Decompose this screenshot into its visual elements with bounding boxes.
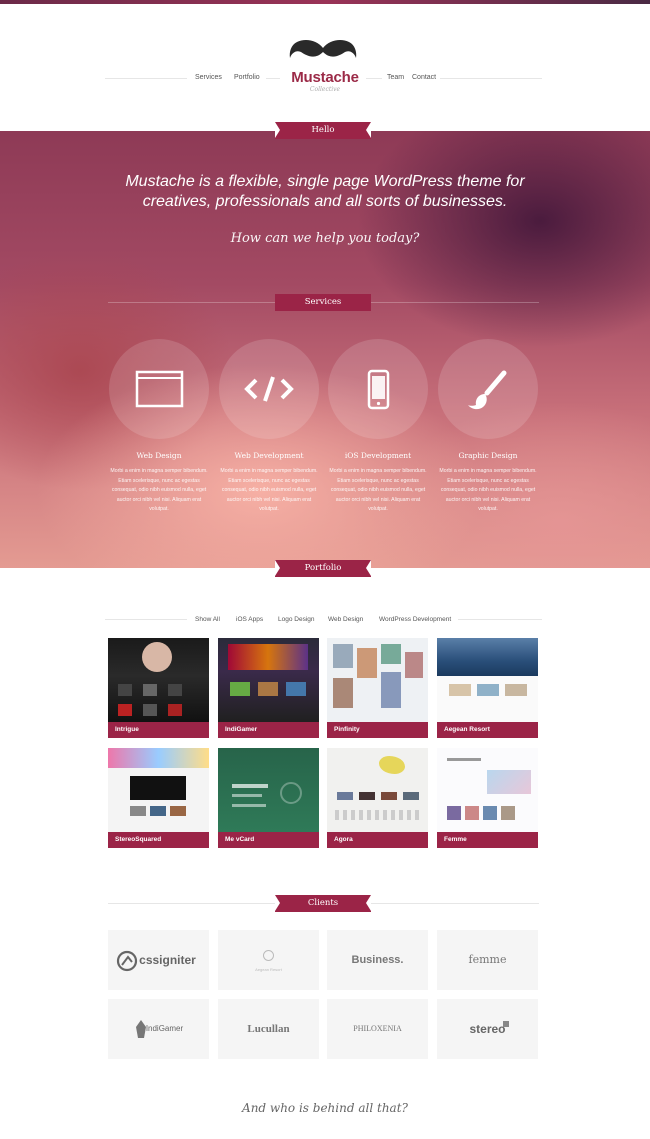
section-ribbon-clients: Clients [275, 895, 371, 912]
portfolio-item[interactable]: Me vCard [218, 748, 319, 848]
client-logo-femme[interactable]: femme [437, 930, 538, 990]
service-circle [438, 339, 538, 439]
portfolio-item-title: Me vCard [218, 832, 319, 848]
logo-subtitle: Collective [309, 86, 341, 93]
client-name: femme [468, 953, 507, 966]
phone-icon [367, 369, 390, 410]
service-web-development: Web Development Morbi a enim in magna se… [218, 339, 320, 515]
portfolio-item[interactable]: IndiGamer [218, 638, 319, 738]
client-name: Lucullan [247, 1023, 290, 1035]
service-description: Morbi a enim in magna semper bibendum. E… [439, 468, 537, 512]
portfolio-item[interactable]: StereoSquared [108, 748, 209, 848]
service-circle [328, 339, 428, 439]
client-logo-stereo[interactable]: stereo [437, 999, 538, 1059]
filter-web-design[interactable]: Web Design [328, 616, 363, 623]
header-divider-left [105, 78, 187, 79]
portfolio-item[interactable]: Aegean Resort [437, 638, 538, 738]
client-name: Business. [351, 954, 404, 966]
filter-wordpress-development[interactable]: WordPress Development [379, 616, 451, 623]
portfolio-thumbnail [218, 638, 319, 722]
client-name: stereo [469, 1022, 506, 1036]
header-divider-mid-right [366, 78, 382, 79]
client-name: PHILOXENIA [353, 1024, 402, 1033]
portfolio-item-title: Intrigue [108, 722, 209, 738]
portfolio-thumbnail [108, 748, 209, 832]
hero-subtitle: How can we help you today? [230, 231, 420, 246]
portfolio-thumbnail [108, 638, 209, 722]
service-description: Morbi a enim in magna semper bibendum. E… [110, 468, 208, 512]
portfolio-item[interactable]: Agora [327, 748, 428, 848]
service-title: Graphic Design [458, 451, 518, 460]
service-ios-development: iOS Development Morbi a enim in magna se… [327, 339, 429, 515]
filter-divider-right [458, 619, 542, 620]
clients-divider-left [108, 903, 275, 904]
hero-title-line-2: creatives, professionals and all sorts o… [142, 193, 508, 210]
service-title: Web Design [136, 451, 182, 460]
nav-link-services[interactable]: Services [195, 74, 222, 81]
header-divider-right [440, 78, 542, 79]
portfolio-item-title: Aegean Resort [437, 722, 538, 738]
client-name: Aegean Resort [255, 967, 282, 972]
service-graphic-design: Graphic Design Morbi a enim in magna sem… [437, 339, 539, 515]
nav-link-team[interactable]: Team [387, 74, 404, 81]
portfolio-item-title: StereoSquared [108, 832, 209, 848]
filter-ios-apps[interactable]: iOS Apps [236, 616, 263, 623]
section-ribbon-services: Services [275, 294, 371, 311]
portfolio-item-title: Femme [437, 832, 538, 848]
hero-title-line-1: Mustache is a flexible, single page Word… [125, 173, 525, 190]
brush-icon [468, 370, 507, 410]
service-description: Morbi a enim in magna semper bibendum. E… [220, 468, 318, 512]
browser-window-icon [135, 370, 184, 408]
filter-divider-left [105, 619, 187, 620]
services-divider-left [108, 302, 275, 303]
top-accent-bar [0, 0, 650, 4]
service-circle [219, 339, 319, 439]
portfolio-thumbnail [327, 638, 428, 722]
section-ribbon-portfolio: Portfolio [275, 560, 371, 577]
portfolio-item[interactable]: Femme [437, 748, 538, 848]
nav-link-contact[interactable]: Contact [412, 74, 436, 81]
client-name: cssigniter [139, 953, 196, 967]
portfolio-thumbnail [437, 638, 538, 722]
service-web-design: Web Design Morbi a enim in magna semper … [108, 339, 210, 515]
client-logo-business[interactable]: Business. [327, 930, 428, 990]
hero-title: Mustache is a flexible, single page Word… [80, 172, 570, 212]
service-circle [109, 339, 209, 439]
service-title: iOS Development [344, 451, 412, 460]
logo-title[interactable]: Mustache [270, 69, 380, 86]
client-name: IndiGamer [145, 1024, 184, 1033]
portfolio-item[interactable]: Pinfinity [327, 638, 428, 738]
client-logo-indigamer[interactable]: IndiGamer [108, 999, 209, 1059]
portfolio-item-title: IndiGamer [218, 722, 319, 738]
service-title: Web Development [234, 451, 304, 460]
client-logo-lucullan[interactable]: Lucullan [218, 999, 319, 1059]
code-icon [244, 376, 294, 402]
portfolio-item-title: Pinfinity [327, 722, 428, 738]
stereo-logo-mark [503, 1021, 509, 1027]
portfolio-item-title: Agora [327, 832, 428, 848]
portfolio-item[interactable]: Intrigue [108, 638, 209, 738]
portfolio-thumbnail [437, 748, 538, 832]
clients-divider-right [371, 903, 539, 904]
filter-logo-design[interactable]: Logo Design [278, 616, 315, 623]
nav-link-portfolio[interactable]: Portfolio [234, 74, 260, 81]
portfolio-thumbnail [218, 748, 319, 832]
portfolio-thumbnail [327, 748, 428, 832]
section-ribbon-hello: Hello [275, 122, 371, 139]
client-logo-philoxenia[interactable]: PHILOXENIA [327, 999, 428, 1059]
service-description: Morbi a enim in magna semper bibendum. E… [329, 468, 427, 512]
team-section-heading: And who is behind all that? [242, 1101, 408, 1115]
client-logo-aegean-resort[interactable]: Aegean Resort [218, 930, 319, 990]
mustache-logo-icon[interactable] [287, 38, 359, 68]
client-logo-cssigniter[interactable]: cssigniter [108, 930, 209, 990]
filter-show-all[interactable]: Show All [195, 616, 220, 623]
services-divider-right [371, 302, 539, 303]
